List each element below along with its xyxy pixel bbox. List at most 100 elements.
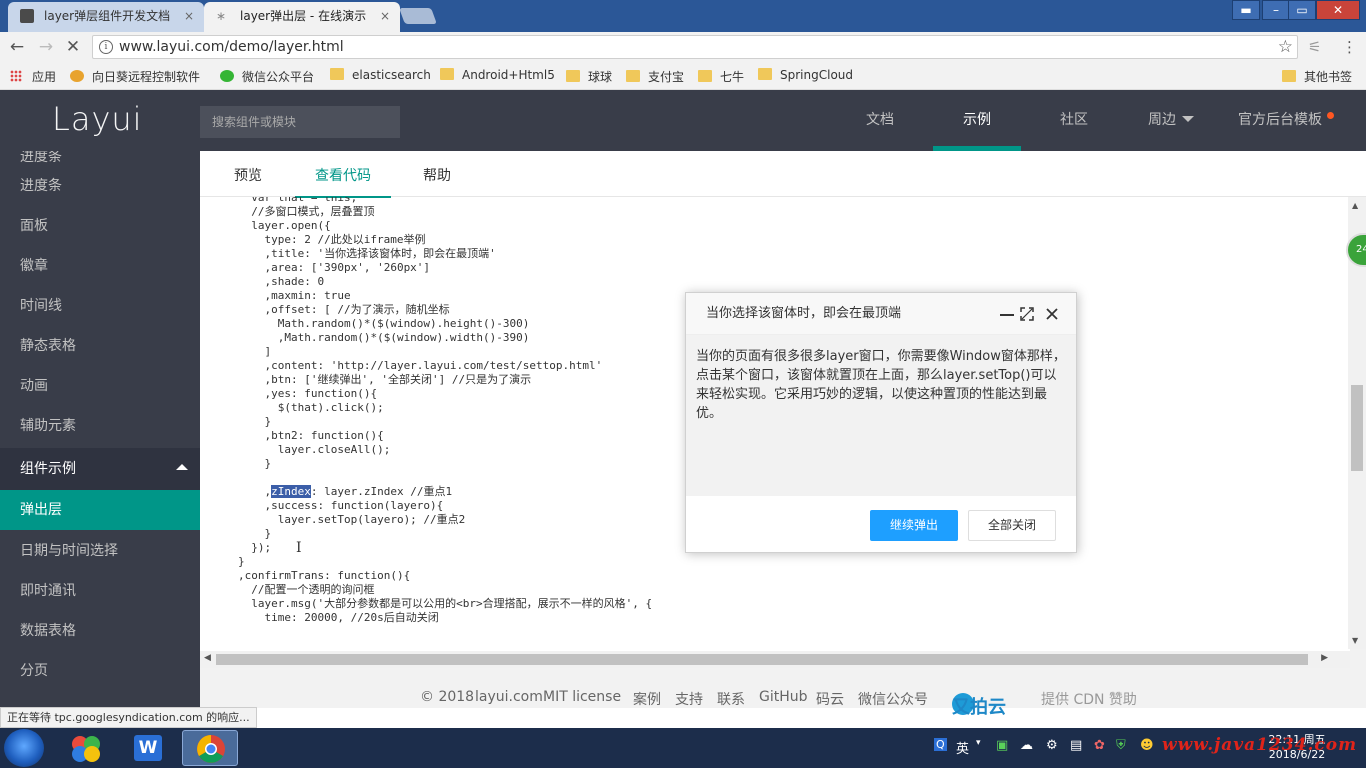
nav-docs[interactable]: 文档	[860, 90, 900, 151]
sidebar-item-im[interactable]: 即时通讯	[0, 571, 200, 611]
address-bar[interactable]: i www.layui.com/demo/layer.html ☆	[92, 35, 1298, 59]
taskbar-app-icon[interactable]	[58, 730, 114, 766]
tray-antivirus-icon[interactable]: ✿	[1094, 738, 1105, 753]
code-line: }	[238, 555, 245, 568]
sidebar-item-laydate[interactable]: 日期与时间选择	[0, 531, 200, 571]
nav-admin-template[interactable]: 官方后台模板	[1236, 90, 1334, 151]
dialog-title[interactable]: 当你选择该窗体时，即会在最顶端	[686, 293, 1076, 335]
bookmark-qiuqiu[interactable]: 球球	[566, 68, 612, 85]
scroll-up-arrow-icon[interactable]: ▲	[1352, 201, 1358, 210]
chevron-down-icon	[1182, 116, 1194, 122]
scroll-thumb[interactable]	[216, 654, 1308, 665]
user-icon[interactable]: ▬	[1232, 0, 1260, 20]
footer-link-gitee[interactable]: 码云	[816, 689, 844, 709]
folder-icon	[440, 68, 454, 80]
site-logo[interactable]: Layui	[52, 100, 143, 138]
tray-network-icon[interactable]: ▤	[1070, 738, 1082, 753]
tray-settings-icon[interactable]: ⚙	[1046, 738, 1058, 753]
bookmarks-bar: 应用 向日葵远程控制软件 微信公众平台 elasticsearch Androi…	[0, 62, 1366, 90]
tab-view-code[interactable]: 查看代码	[295, 151, 391, 198]
footer-link-wechat[interactable]: 微信公众号	[858, 689, 928, 709]
info-icon[interactable]: i	[99, 40, 113, 54]
scroll-down-arrow-icon[interactable]: ▼	[1352, 636, 1358, 645]
back-arrow-icon[interactable]: ←	[6, 36, 28, 58]
browser-tab-docs[interactable]: layer弹层组件开发文档 ×	[8, 2, 204, 32]
watermark: www.java1234.com	[1162, 735, 1358, 755]
menu-icon[interactable]: ⋮	[1342, 38, 1357, 56]
footer-site-link[interactable]: layui.com	[475, 689, 543, 705]
sidebar-group-components[interactable]: 组件示例	[0, 448, 200, 490]
continue-popup-button[interactable]: 继续弹出	[870, 510, 958, 541]
tray-cloud-icon[interactable]: ☁	[1020, 738, 1033, 753]
stop-icon[interactable]: ✕	[62, 36, 84, 58]
browser-tab-demo[interactable]: ∗ layer弹出层 - 在线演示 ×	[204, 2, 400, 32]
close-icon[interactable]: ×	[184, 2, 194, 30]
footer-link-cases[interactable]: 案例	[633, 689, 661, 709]
close-icon[interactable]: ×	[380, 2, 390, 30]
footer-copyright: © 2018	[420, 689, 475, 705]
browser-status-bar: 正在等待 tpc.googlesyndication.com 的响应...	[0, 707, 257, 728]
code-line: ,shade: 0	[238, 275, 325, 288]
taskbar-chrome-icon[interactable]	[182, 730, 238, 766]
sunflower-icon	[70, 70, 84, 82]
close-all-button[interactable]: 全部关闭	[968, 510, 1056, 541]
text-cursor-icon: I	[296, 540, 302, 556]
bookmark-alipay[interactable]: 支付宝	[626, 68, 684, 85]
tray-app-icon[interactable]: ▣	[996, 738, 1008, 753]
horizontal-scrollbar[interactable]: ◀ ▶	[200, 651, 1350, 668]
folder-icon	[330, 68, 344, 80]
notification-dot	[1327, 112, 1334, 119]
sidebar-item-pagination[interactable]: 分页	[0, 651, 200, 691]
new-tab-button[interactable]	[399, 8, 437, 24]
tab-preview[interactable]: 预览	[234, 151, 262, 197]
sidebar-item-panel[interactable]: 面板	[0, 206, 200, 246]
site-search-input[interactable]: 搜索组件或模块	[200, 106, 400, 138]
bookmark-android-html5[interactable]: Android+Html5	[440, 68, 555, 82]
sidebar-item-aux[interactable]: 辅助元素	[0, 406, 200, 446]
tab-label: layer弹层组件开发文档	[44, 9, 171, 23]
scroll-thumb[interactable]	[1351, 385, 1363, 471]
ime-indicator[interactable]: 英	[956, 738, 969, 757]
bookmark-elasticsearch[interactable]: elasticsearch	[330, 68, 431, 82]
sidebar-item-badge[interactable]: 徽章	[0, 246, 200, 286]
bookmark-qiniu[interactable]: 七牛	[698, 68, 744, 85]
sidebar-item-static-table[interactable]: 静态表格	[0, 326, 200, 366]
sidebar-item-progress[interactable]: 进度条	[0, 166, 200, 206]
footer-link-contact[interactable]: 联系	[717, 689, 745, 709]
bookmark-apps[interactable]: 应用	[10, 68, 56, 85]
bookmark-wechat[interactable]: 微信公众平台	[220, 68, 314, 85]
search-tray-icon[interactable]: Q	[934, 738, 947, 751]
extension-icon[interactable]: ⚟	[1308, 38, 1321, 56]
start-button[interactable]	[4, 729, 44, 767]
sidebar-item-timeline[interactable]: 时间线	[0, 286, 200, 326]
sidebar-item-layer[interactable]: 弹出层	[0, 490, 200, 530]
bookmark-springcloud[interactable]: SpringCloud	[758, 68, 853, 82]
footer-license-link[interactable]: MIT license	[543, 689, 621, 705]
minimize-icon[interactable]	[1000, 314, 1014, 316]
bookmark-sunlogin[interactable]: 向日葵远程控制软件	[70, 68, 200, 85]
taskbar-wps-icon[interactable]: W	[120, 730, 176, 766]
scroll-left-arrow-icon[interactable]: ◀	[204, 653, 211, 663]
bookmark-other[interactable]: 其他书签	[1282, 68, 1352, 85]
minimize-button[interactable]: –	[1262, 0, 1290, 20]
tray-shield-icon[interactable]: ⛨	[1116, 738, 1126, 753]
nav-community[interactable]: 社区	[1052, 90, 1096, 151]
maximize-button[interactable]: ▭	[1288, 0, 1316, 20]
bookmark-star-icon[interactable]: ☆	[1278, 37, 1293, 57]
window-close-button[interactable]: ✕	[1316, 0, 1360, 20]
nav-examples[interactable]: 示例	[933, 90, 1021, 151]
maximize-icon[interactable]	[1020, 307, 1034, 321]
sidebar-item-animation[interactable]: 动画	[0, 366, 200, 406]
footer-link-support[interactable]: 支持	[675, 689, 703, 709]
scroll-right-arrow-icon[interactable]: ▶	[1321, 653, 1328, 663]
nav-more[interactable]: 周边	[1146, 90, 1196, 151]
tab-help[interactable]: 帮助	[423, 151, 451, 197]
forward-arrow-icon[interactable]: →	[35, 36, 57, 58]
sidebar-item-datatable[interactable]: 数据表格	[0, 611, 200, 651]
browser-tab-bar: layer弹层组件开发文档 × ∗ layer弹出层 - 在线演示 × ▬ – …	[0, 0, 1366, 32]
close-icon[interactable]	[1046, 308, 1058, 320]
tray-caret-icon[interactable]: ▾	[976, 738, 981, 748]
selected-text[interactable]: zIndex	[271, 485, 311, 498]
footer-link-github[interactable]: GitHub	[759, 689, 808, 705]
tray-qq-icon[interactable]: ☻	[1140, 738, 1154, 753]
